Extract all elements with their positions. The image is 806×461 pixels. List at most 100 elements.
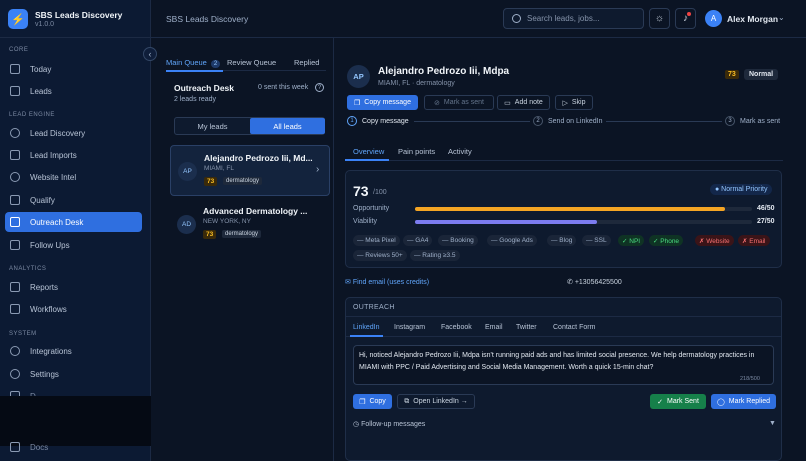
section-core: CORE bbox=[9, 47, 29, 53]
calendar-icon bbox=[10, 64, 20, 74]
help-icon[interactable]: ? bbox=[315, 83, 324, 92]
sidebar-item-follow-ups[interactable]: Follow Ups bbox=[5, 235, 142, 255]
copy-button[interactable]: ❐ Copy bbox=[353, 394, 392, 409]
lead-scope-toggle: My leads All leads bbox=[174, 117, 325, 135]
sidebar-item-lead-discovery[interactable]: Lead Discovery bbox=[5, 123, 142, 143]
sidebar-item-label: Reports bbox=[30, 282, 59, 292]
mark-as-sent-button[interactable]: ⊘ Mark as sent bbox=[424, 95, 494, 110]
active-tab-indicator bbox=[345, 159, 389, 161]
sidebar-item-label: Integrations bbox=[30, 346, 72, 356]
sidebar-item-label: Follow Ups bbox=[30, 240, 70, 250]
sidebar-item-website-intel[interactable]: Website Intel bbox=[5, 167, 142, 187]
mark-replied-button[interactable]: ◯ Mark Replied bbox=[711, 394, 776, 409]
total-score: 73 bbox=[353, 183, 369, 199]
step-connector bbox=[606, 121, 722, 122]
lead-avatar: AD bbox=[177, 215, 196, 234]
find-email-link[interactable]: ✉ Find email (uses credits) bbox=[345, 278, 429, 286]
folder-icon bbox=[10, 86, 20, 96]
theme-toggle-button[interactable]: ☼ bbox=[649, 8, 670, 29]
metric-value: 27/50 bbox=[757, 218, 775, 225]
sidebar-item-integrations[interactable]: Integrations bbox=[5, 341, 142, 361]
lead-card[interactable]: AD Advanced Dermatology ... NEW YORK, NY… bbox=[170, 199, 330, 250]
section-analytics: ANALYTICS bbox=[9, 266, 47, 272]
sidebar-item-label: Settings bbox=[30, 369, 59, 379]
add-note-button[interactable]: ▭ Add note bbox=[497, 95, 550, 110]
notifications-button[interactable]: ♪ bbox=[675, 8, 696, 29]
lead-detail: AP Alejandro Pedrozo Iii, Mdpa MIAMI, FL… bbox=[334, 38, 806, 461]
tab-main-queue[interactable]: Main Queue 2 bbox=[166, 58, 221, 68]
all-leads-toggle[interactable]: All leads bbox=[250, 118, 325, 134]
tab-twitter[interactable]: Twitter bbox=[516, 324, 537, 331]
char-count: 218/500 bbox=[740, 376, 760, 382]
signal-chip: — Google Ads bbox=[487, 235, 537, 246]
open-linkedin-button[interactable]: ⧉ Open LinkedIn → bbox=[397, 394, 475, 409]
tab-pain-points[interactable]: Pain points bbox=[398, 147, 435, 156]
step-1: 1 Copy message bbox=[347, 115, 409, 127]
avatar[interactable]: A bbox=[705, 10, 722, 27]
tab-email[interactable]: Email bbox=[485, 324, 503, 331]
search-input[interactable]: Search leads, jobs... bbox=[503, 8, 644, 29]
phone-number[interactable]: ✆ +13056425500 bbox=[567, 278, 622, 286]
upload-icon bbox=[10, 150, 20, 160]
tab-linkedin[interactable]: LinkedIn bbox=[353, 324, 379, 331]
tab-replied[interactable]: Replied bbox=[294, 58, 319, 67]
divider bbox=[346, 316, 781, 317]
my-leads-toggle[interactable]: My leads bbox=[175, 118, 250, 134]
sidebar-item-workflows[interactable]: Workflows bbox=[5, 299, 142, 319]
section-system: SYSTEM bbox=[9, 331, 37, 337]
sidebar-item-reports[interactable]: Reports bbox=[5, 277, 142, 297]
sidebar-item-leads[interactable]: Leads bbox=[5, 81, 142, 101]
sidebar-item-label: Qualify bbox=[30, 195, 55, 205]
step-connector bbox=[414, 121, 530, 122]
metric-value: 46/50 bbox=[757, 205, 775, 212]
lead-card[interactable]: AP Alejandro Pedrozo Iii, Md... MIAMI, F… bbox=[170, 145, 330, 196]
sidebar-item-docs[interactable]: Docs bbox=[5, 437, 142, 457]
user-name[interactable]: Alex Morgan bbox=[727, 14, 778, 24]
skip-button[interactable]: ▷ Skip bbox=[555, 95, 593, 110]
sidebar-item-outreach-desk[interactable]: Outreach Desk bbox=[5, 212, 142, 232]
lead-location: NEW YORK, NY bbox=[203, 218, 251, 225]
sidebar-item-settings[interactable]: Settings bbox=[5, 364, 142, 384]
tab-overview[interactable]: Overview bbox=[353, 147, 384, 156]
sidebar-item-lead-imports[interactable]: Lead Imports bbox=[5, 145, 142, 165]
tab-contact-form[interactable]: Contact Form bbox=[553, 324, 595, 331]
sidebar: ⚡ SBS Leads Discovery v1.0.0 CORE Today … bbox=[0, 0, 151, 461]
brand-name: SBS Leads Discovery bbox=[35, 10, 123, 20]
message-textarea[interactable]: Hi, noticed Alejandro Pedrozo Iii, Mdpa … bbox=[353, 345, 774, 385]
sidebar-item-label: Lead Discovery bbox=[30, 128, 86, 138]
chevron-down-icon[interactable]: ⌄ bbox=[778, 13, 785, 22]
collapse-sidebar-button[interactable]: ‹ bbox=[143, 47, 157, 61]
tab-activity[interactable]: Activity bbox=[448, 147, 472, 156]
signal-chip: — Rating ≥3.5 bbox=[410, 250, 460, 261]
tab-instagram[interactable]: Instagram bbox=[394, 324, 425, 331]
signal-chip: ✓ NPI bbox=[618, 235, 645, 246]
signal-chip: — Meta Pixel bbox=[353, 235, 400, 246]
sun-icon: ☼ bbox=[654, 13, 665, 24]
external-link-icon: ⧉ bbox=[404, 397, 410, 405]
reply-icon bbox=[10, 240, 20, 250]
tab-facebook[interactable]: Facebook bbox=[441, 324, 472, 331]
follow-up-toggle[interactable]: ◷ Follow-up messages bbox=[353, 420, 425, 428]
sidebar-item-qualify[interactable]: Qualify bbox=[5, 190, 142, 210]
tab-label: Main Queue bbox=[166, 58, 207, 67]
workflow-icon bbox=[10, 304, 20, 314]
chevron-left-icon: ‹ bbox=[148, 49, 152, 59]
metric-label: Viability bbox=[353, 218, 377, 225]
clock-icon: ◷ bbox=[353, 421, 362, 428]
lead-score: 73 bbox=[203, 230, 217, 239]
brand: ⚡ SBS Leads Discovery v1.0.0 bbox=[0, 0, 151, 38]
tab-review-queue[interactable]: Review Queue bbox=[227, 58, 276, 67]
chevron-down-icon[interactable]: ▼ bbox=[769, 420, 776, 427]
copy-message-button[interactable]: ❐ Copy message bbox=[347, 95, 418, 110]
sent-count: 0 sent this week bbox=[258, 84, 309, 91]
outreach-panel: OUTREACH LinkedIn Instagram Facebook Ema… bbox=[345, 297, 782, 461]
button-label: Open LinkedIn → bbox=[413, 398, 468, 405]
active-tab-indicator bbox=[350, 335, 383, 337]
signal-chip: — SSL bbox=[582, 235, 611, 246]
button-label: Add note bbox=[514, 99, 543, 106]
sidebar-item-label: Outreach Desk bbox=[30, 217, 84, 227]
sidebar-item-today[interactable]: Today bbox=[5, 59, 142, 79]
lead-location: MIAMI, FL bbox=[204, 165, 234, 172]
gear-icon bbox=[10, 369, 20, 379]
mark-sent-button[interactable]: ✓ Mark Sent bbox=[650, 394, 706, 409]
